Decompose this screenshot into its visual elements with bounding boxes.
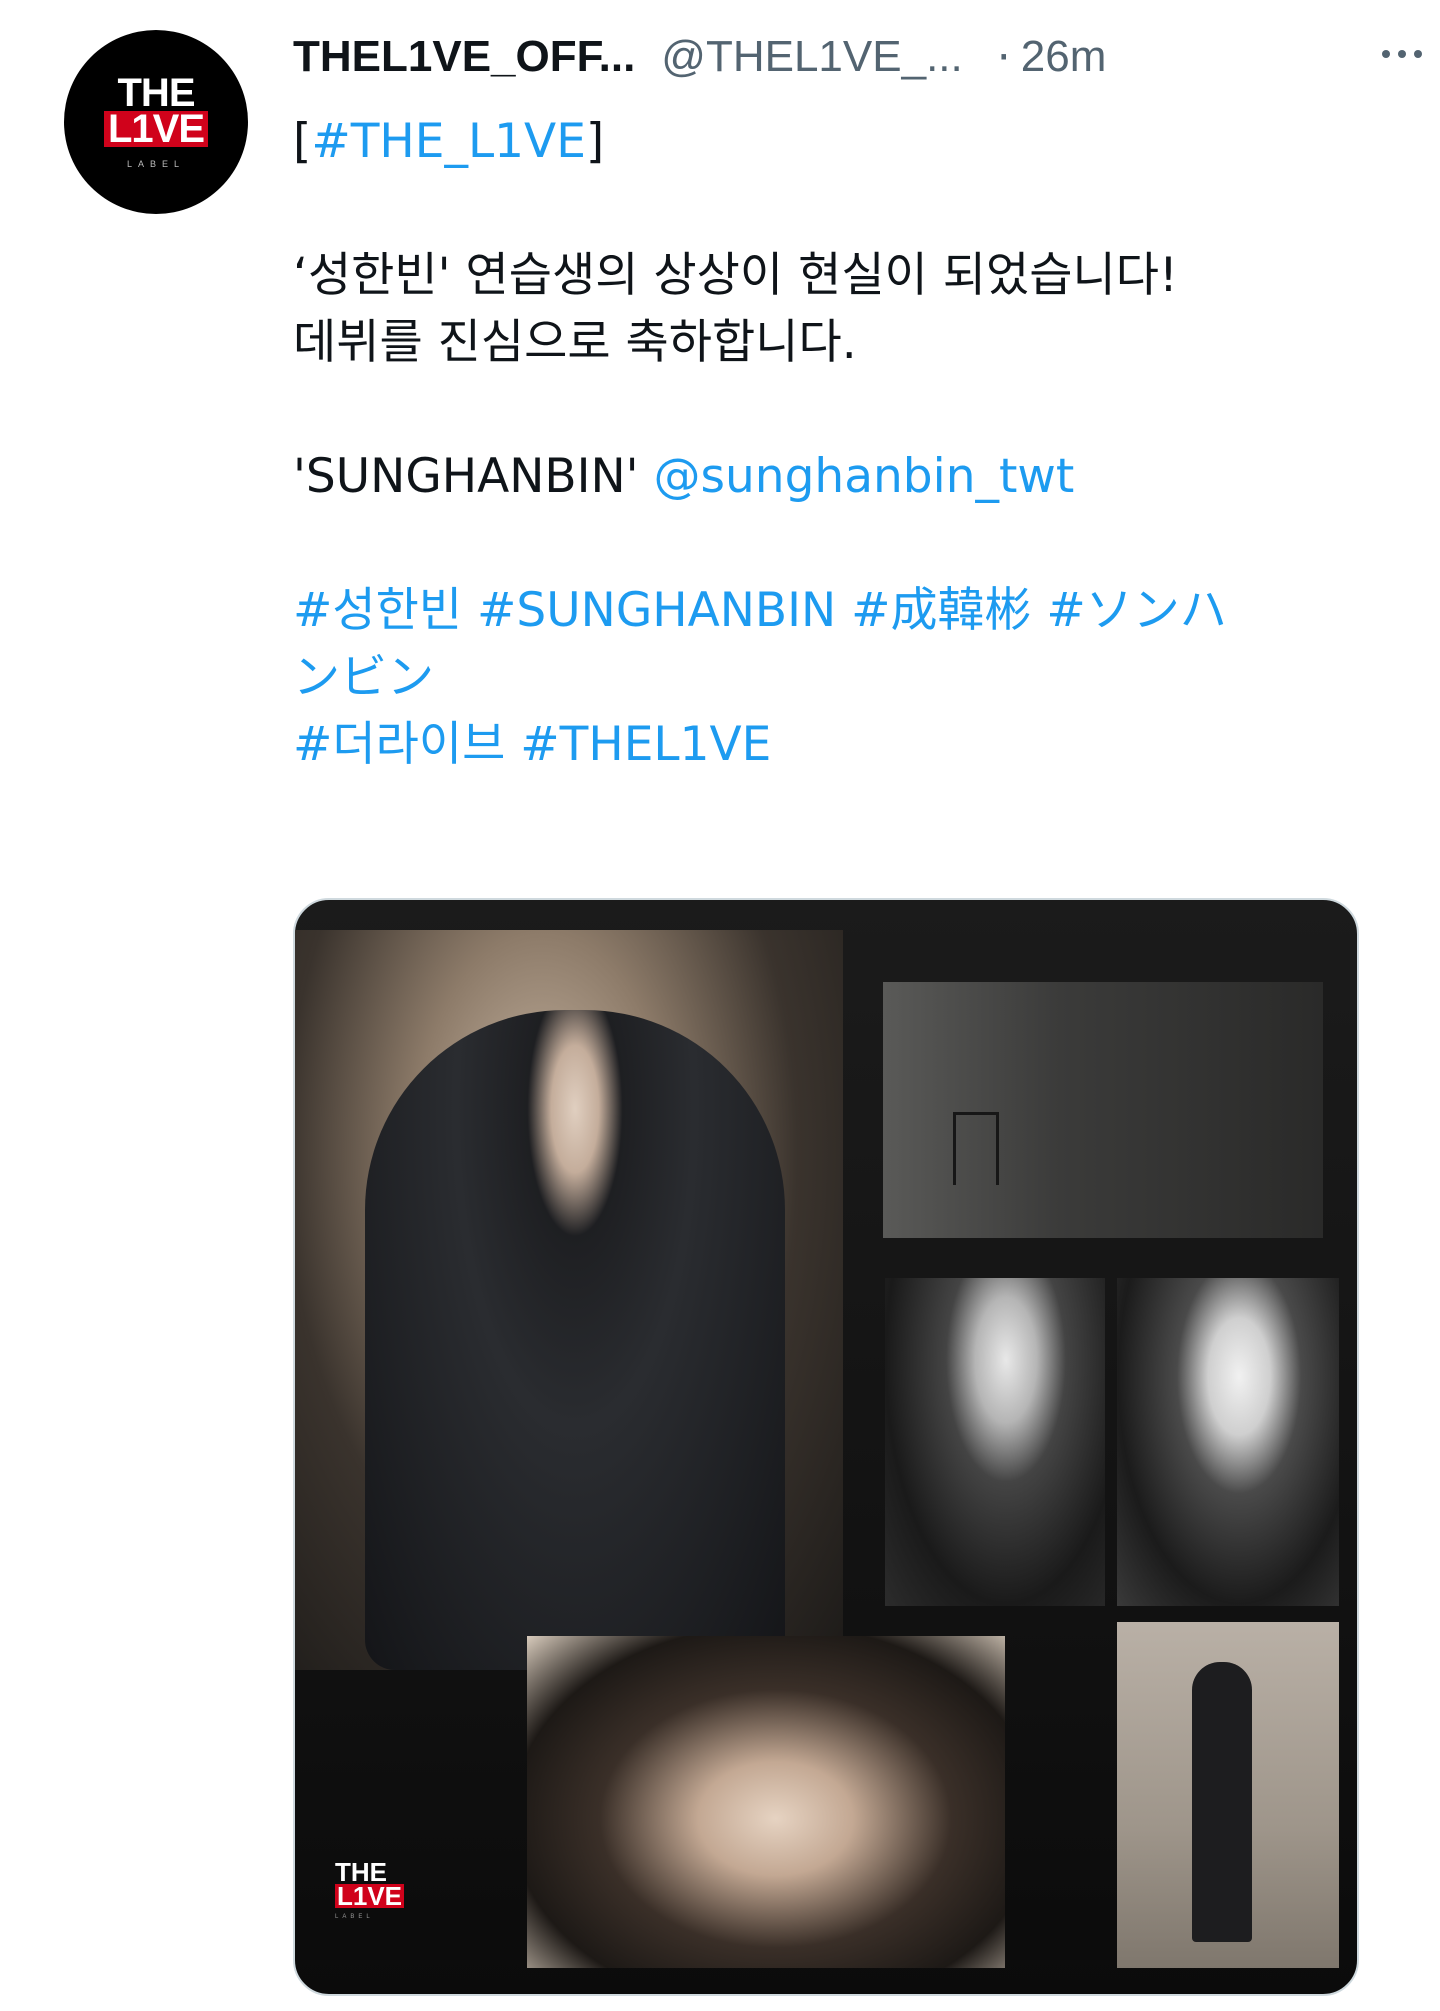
- account-handle[interactable]: @THEL1VE_...: [661, 32, 962, 82]
- timestamp[interactable]: 26m: [1021, 32, 1107, 82]
- mention-link[interactable]: @sunghanbin_twt: [654, 449, 1075, 504]
- more-dot: [1398, 50, 1406, 58]
- bw-portrait-photo-2: [1117, 1278, 1339, 1606]
- watermark-middle: L1VE: [335, 1881, 405, 1911]
- tweet-media-image[interactable]: THE L1VE LABEL: [293, 898, 1359, 1996]
- more-dot: [1382, 50, 1390, 58]
- mention-line: 'SUNGHANBIN' @sunghanbin_twt: [293, 443, 1373, 510]
- tweet-line-1: ‘성한빈' 연습생의 상상이 현실이 되었습니다!: [293, 248, 1178, 303]
- more-horizontal-icon[interactable]: [1382, 50, 1422, 58]
- tweet-header: THEL1VE_OFF... @THEL1VE_... · 26m: [293, 22, 1410, 92]
- bracket-open: [: [293, 114, 312, 169]
- account-avatar[interactable]: THE L1VE LABEL: [64, 30, 248, 214]
- avatar-logo-sub: LABEL: [126, 159, 186, 169]
- display-name[interactable]: THEL1VE_OFF...: [293, 32, 635, 82]
- closeup-face-photo: [527, 1636, 1005, 1968]
- more-dot: [1414, 50, 1422, 58]
- hashtags-line-2[interactable]: ンビン: [293, 644, 1373, 711]
- avatar-logo-top: THE: [117, 71, 196, 115]
- tweet-text: [#THE_L1VE] ‘성한빈' 연습생의 상상이 현실이 되었습니다! 데뷔…: [293, 108, 1373, 778]
- empty-room-photo: [883, 982, 1323, 1238]
- avatar-logo-middle: L1VE: [103, 109, 209, 149]
- hashtag-the-l1ve[interactable]: #THE_L1VE: [311, 114, 586, 169]
- portrait-figure: [365, 1010, 785, 1670]
- hashtags-line-3[interactable]: #더라이브 #THEL1VE: [293, 711, 1373, 778]
- label-watermark-logo: THE L1VE LABEL: [335, 1859, 405, 1920]
- standing-figure: [1192, 1662, 1252, 1942]
- name-quote: 'SUNGHANBIN': [293, 449, 639, 504]
- main-portrait-photo: [295, 930, 843, 1670]
- watermark-sub: LABEL: [335, 1914, 374, 1920]
- hashtags-line-1[interactable]: #성한빈 #SUNGHANBIN #成韓彬 #ソンハ: [293, 577, 1373, 644]
- bracket-close: ]: [585, 114, 605, 169]
- full-body-photo: [1117, 1622, 1339, 1968]
- tweet-line-2: 데뷔를 진심으로 축하합니다.: [293, 315, 857, 370]
- tag-line: [#THE_L1VE]: [293, 108, 1373, 175]
- bw-portrait-photo-1: [885, 1278, 1105, 1606]
- separator-dot: ·: [996, 31, 1011, 83]
- chair-shape: [953, 1112, 999, 1185]
